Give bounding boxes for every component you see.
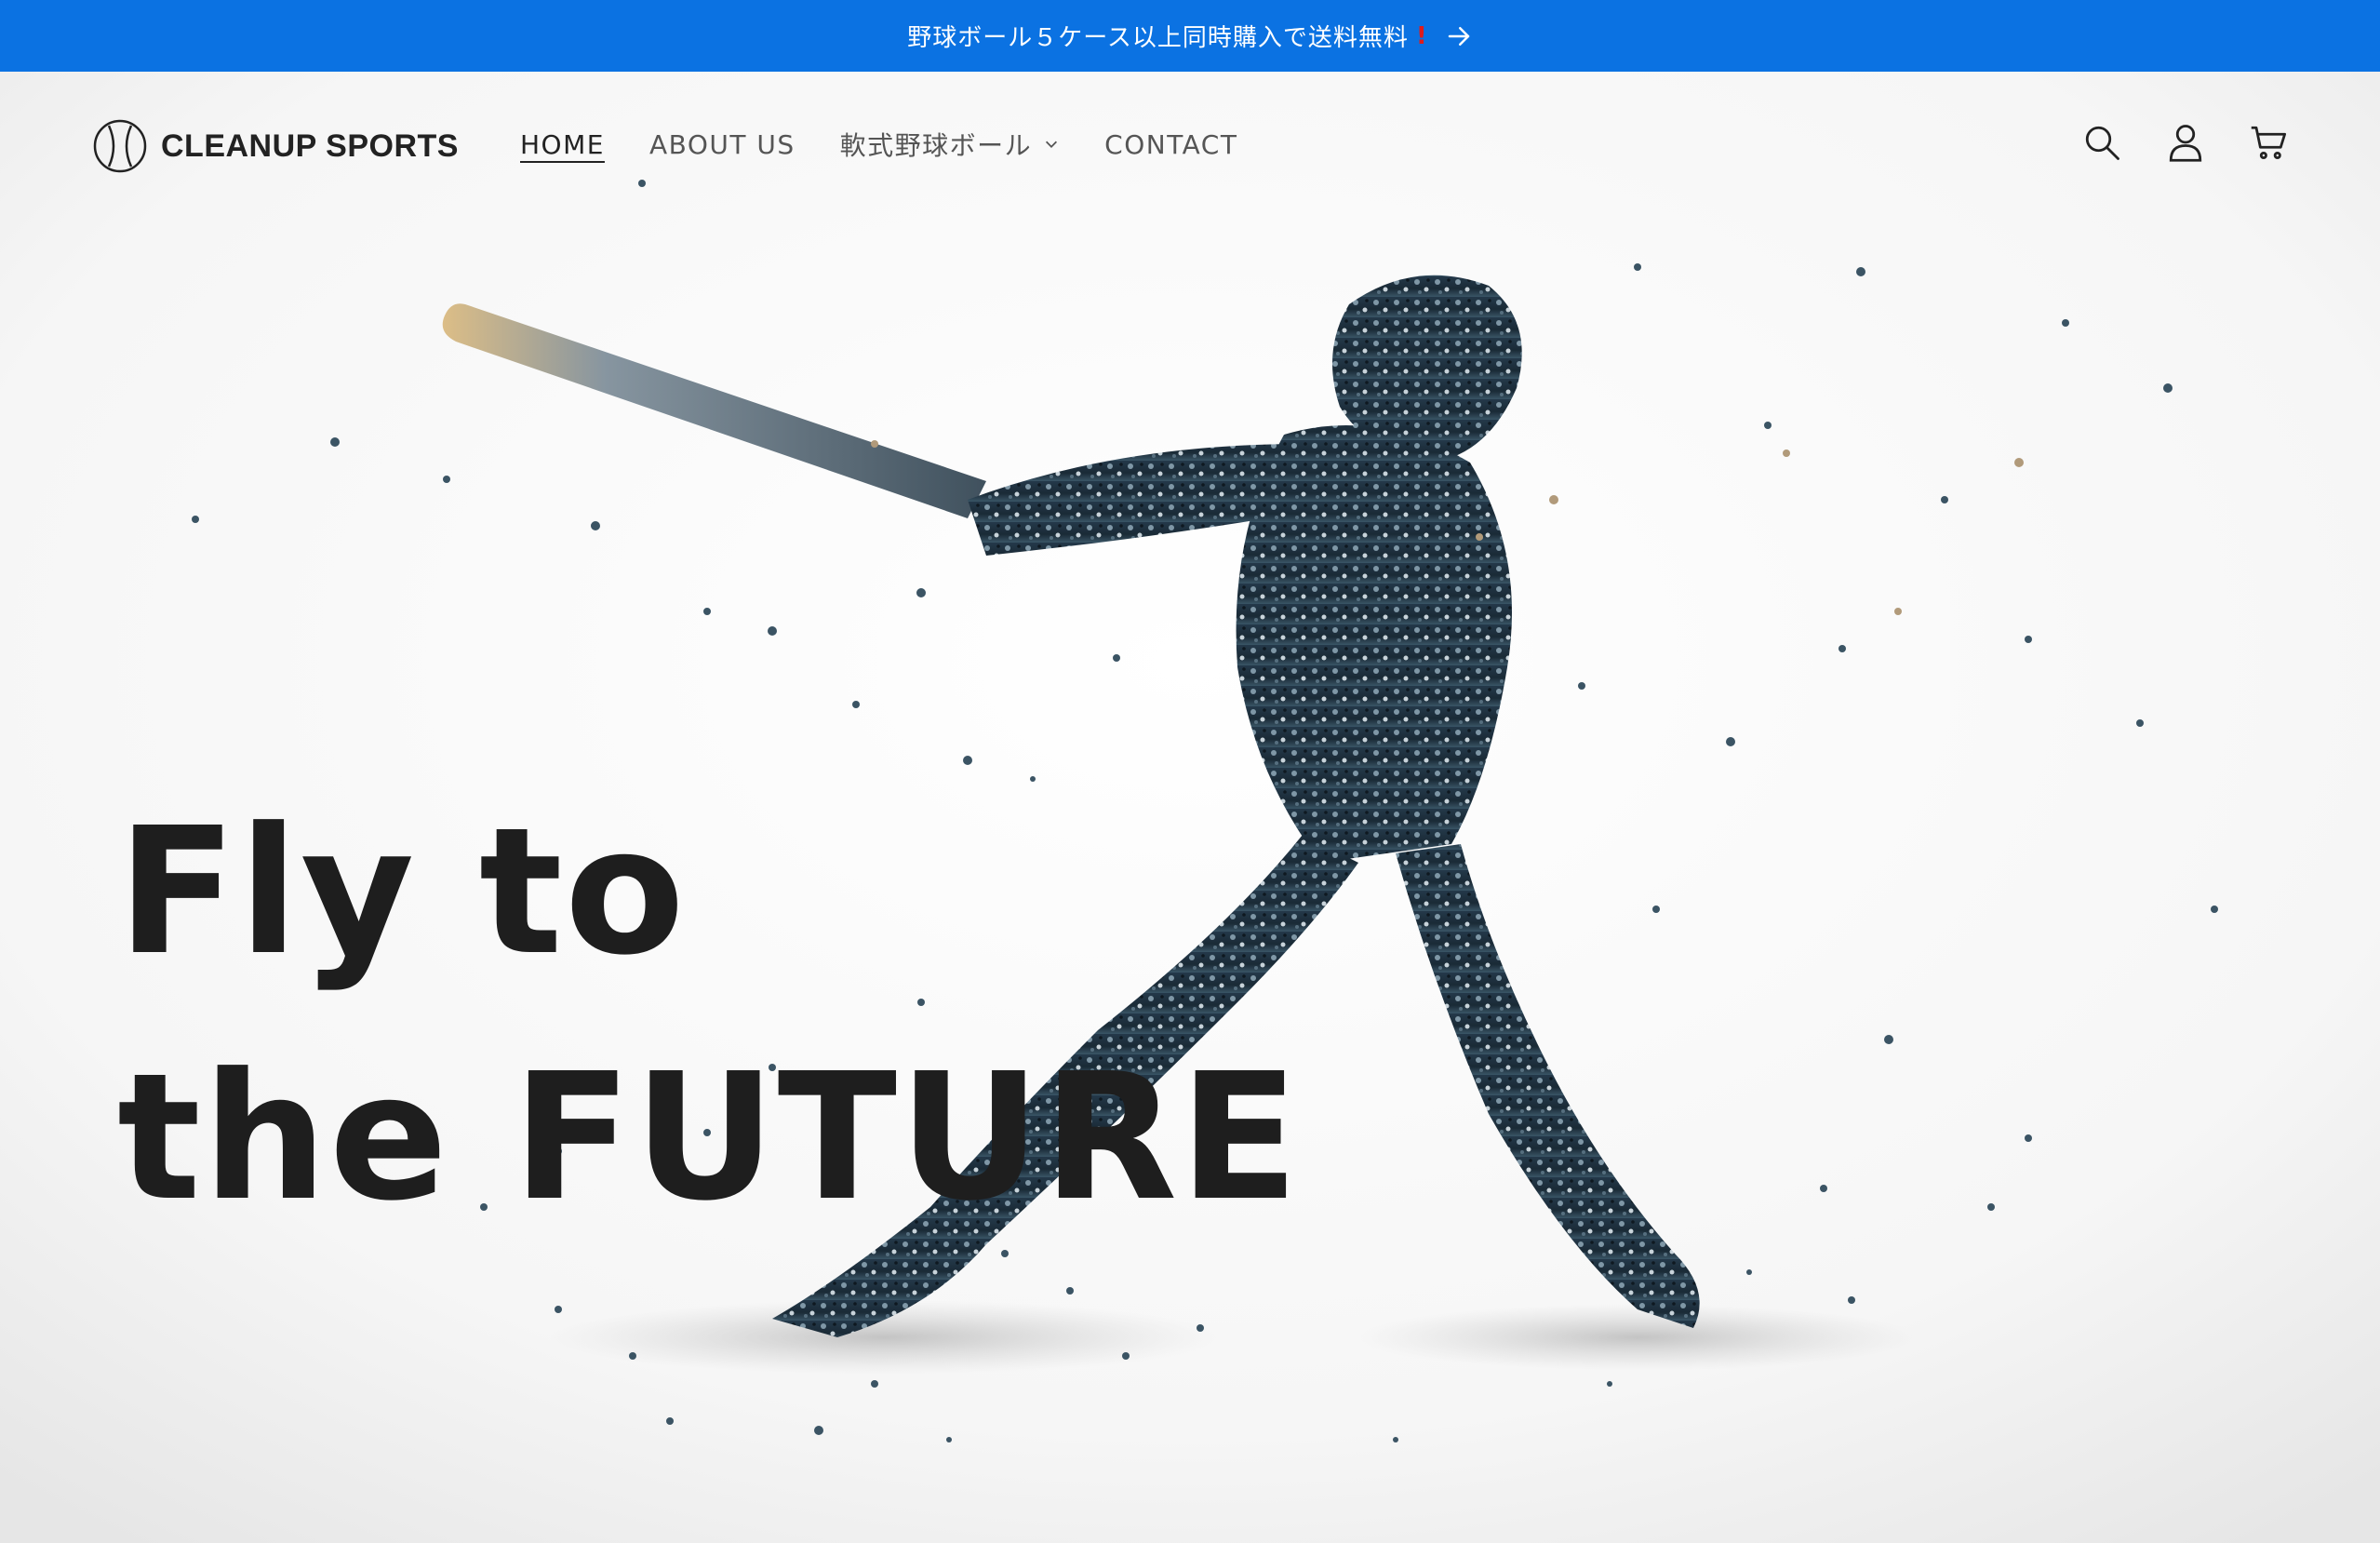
chevron-down-icon xyxy=(1046,141,1058,148)
cart-icon[interactable] xyxy=(2250,123,2289,162)
header-icons xyxy=(2082,123,2289,162)
site-header: CLEANUP SPORTS HOME ABOUT US 軟式野球ボール CON… xyxy=(0,72,2380,221)
arrow-right-icon[interactable] xyxy=(1445,22,1473,50)
logo[interactable]: CLEANUP SPORTS xyxy=(92,118,459,174)
account-icon[interactable] xyxy=(2166,123,2205,162)
hero-headline-line2: the FUTURE xyxy=(117,1036,1301,1240)
main-nav: HOME ABOUT US 軟式野球ボール CONTACT xyxy=(520,126,1237,163)
announcement-emphasis: ! xyxy=(1415,21,1428,50)
announcement-bar[interactable]: 野球ボール５ケース以上同時購入で送料無料 ! xyxy=(0,0,2380,72)
search-icon[interactable] xyxy=(2082,123,2121,162)
nav-home[interactable]: HOME xyxy=(520,129,605,160)
hero-headline: Fly to the FUTURE xyxy=(117,770,1301,1261)
hero-banner: Fly to the FUTURE xyxy=(0,72,2380,1543)
hero-headline-line1: Fly to xyxy=(117,790,687,994)
baseball-icon xyxy=(93,119,147,173)
announcement-text: 野球ボール５ケース以上同時購入で送料無料 xyxy=(907,24,1409,52)
nav-contact[interactable]: CONTACT xyxy=(1104,129,1237,160)
nav-about-us[interactable]: ABOUT US xyxy=(649,129,796,160)
logo-text: CLEANUP SPORTS xyxy=(161,127,459,164)
nav-softball-balls[interactable]: 軟式野球ボール xyxy=(840,126,1061,163)
nav-softball-balls-label: 軟式野球ボール xyxy=(839,130,1033,161)
